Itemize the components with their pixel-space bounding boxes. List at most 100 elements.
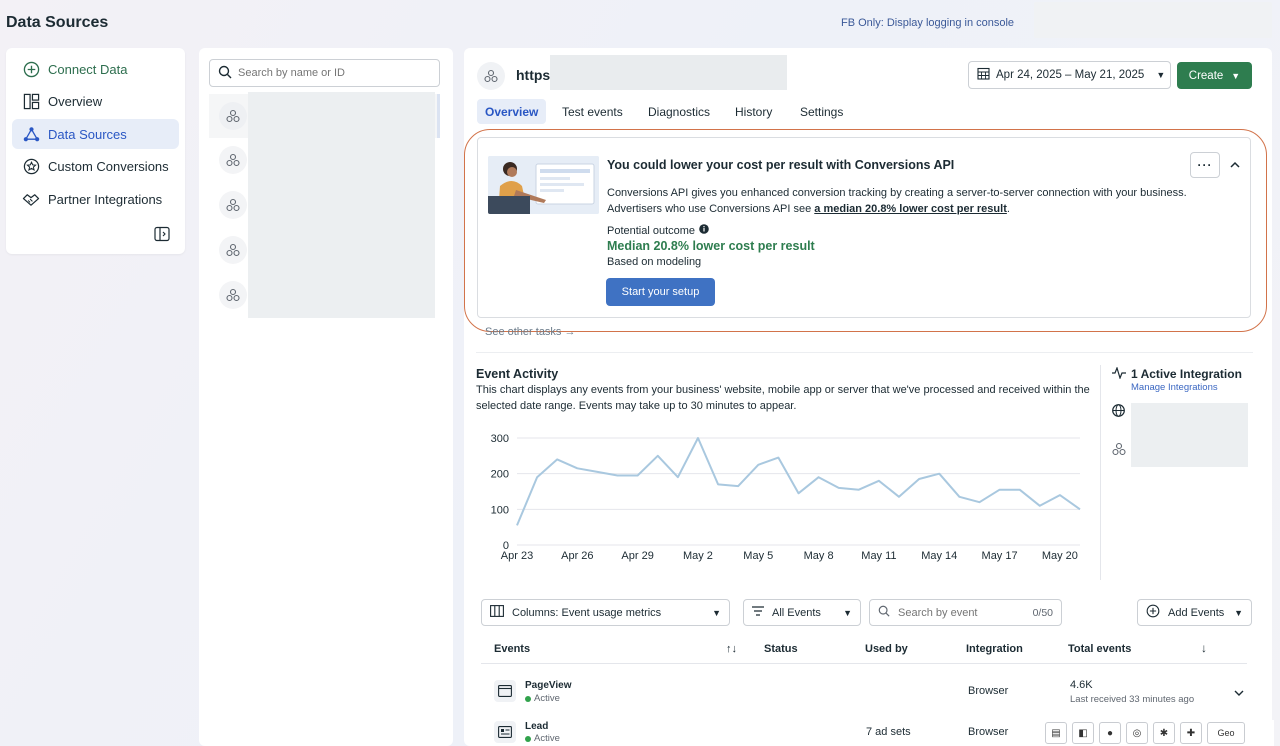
promo-body-end: . [1006, 203, 1010, 215]
nav-label: Connect Data [48, 61, 128, 77]
redacted-region [1034, 2, 1272, 38]
nav-label: Custom Conversions [48, 158, 169, 174]
event-name[interactable]: Lead [525, 721, 548, 732]
pixel-icon [477, 62, 505, 90]
geo-extension[interactable]: Geo [1207, 722, 1245, 744]
conversions-api-promo-card: You could lower your cost per result wit… [477, 137, 1251, 318]
promo-title: You could lower your cost per result wit… [607, 158, 955, 172]
geo-label: Geo [1217, 728, 1235, 738]
bug-icon[interactable]: ✱ [1153, 722, 1175, 744]
integration-cell: Browser [968, 685, 1009, 697]
add-events-label: Add Events [1168, 606, 1225, 619]
nav-data-sources[interactable]: Data Sources [12, 119, 179, 149]
x-tick-label: May 14 [921, 550, 957, 562]
date-range-label: Apr 24, 2025 – May 21, 2025 [996, 69, 1145, 81]
series-line [516, 437, 1081, 526]
search-icon [878, 605, 890, 620]
star-badge-icon [22, 157, 40, 175]
column-header-integration[interactable]: Integration [966, 643, 1023, 655]
extension-icon[interactable]: ▤ [1045, 722, 1067, 744]
caret-down-icon: ▼ [843, 607, 852, 618]
create-label: Create [1188, 69, 1224, 82]
source-search-box[interactable] [209, 59, 440, 87]
x-tick-label: May 2 [683, 550, 713, 562]
x-tick-label: May 8 [804, 550, 834, 562]
sort-icon[interactable]: ↑↓ [726, 643, 737, 655]
chevron-up-icon[interactable] [1228, 156, 1242, 172]
calendar-icon [977, 67, 990, 83]
potential-outcome-text: Potential outcome [607, 224, 696, 237]
x-tick-label: Apr 29 [621, 550, 653, 562]
total-events-cell: 4.6K [1070, 679, 1093, 691]
see-other-tasks-link[interactable]: See other tasks → [485, 326, 576, 338]
columns-label: Columns: Event usage metrics [512, 606, 662, 619]
browser-extensions-bar: ▤ ◧ ● ◎ ✱ ✚ Geo [1041, 720, 1274, 746]
nav-partner-integrations[interactable]: Partner Integrations [12, 184, 179, 214]
layout-icon [22, 92, 40, 110]
column-header-events[interactable]: Events [494, 643, 530, 655]
start-setup-button[interactable]: Start your setup [606, 278, 715, 306]
caret-down-icon: ▼ [712, 607, 721, 618]
x-tick-label: May 20 [1042, 550, 1078, 562]
nav-overview[interactable]: Overview [12, 86, 179, 116]
status-dot [525, 735, 531, 742]
tab-history[interactable]: History [727, 99, 780, 124]
column-header-total-events[interactable]: Total events [1068, 643, 1131, 655]
promo-description: Conversions API gives you enhanced conve… [607, 185, 1227, 217]
create-button[interactable]: Create ▼ [1177, 62, 1252, 89]
info-icon[interactable] [699, 224, 709, 237]
divider [476, 352, 1253, 353]
collapse-sidebar-icon[interactable] [154, 226, 170, 242]
sort-descending-icon[interactable]: ↓ [1201, 641, 1207, 655]
caret-down-icon: ▼ [1156, 70, 1166, 80]
extension-icon[interactable]: ● [1099, 722, 1121, 744]
date-range-picker[interactable]: Apr 24, 2025 – May 21, 2025 ▼ [968, 61, 1171, 89]
status-dot [525, 695, 531, 702]
nav-custom-conversions[interactable]: Custom Conversions [12, 151, 179, 181]
extension-icon[interactable]: ✚ [1180, 722, 1202, 744]
tab-settings[interactable]: Settings [792, 99, 851, 124]
promo-body-highlight: a median 20.8% lower cost per result [814, 203, 1007, 215]
nav-connect-data[interactable]: Connect Data [12, 54, 179, 84]
event-activity-chart: 0100200300Apr 23 Apr 26 Apr 29 May 2 May 5 Ma… [491, 433, 1081, 562]
caret-down-icon: ▼ [1234, 607, 1243, 618]
promo-illustration [488, 156, 599, 214]
tab-diagnostics[interactable]: Diagnostics [640, 99, 718, 124]
columns-dropdown[interactable]: Columns: Event usage metrics ▼ [481, 599, 730, 626]
status-label: Active [534, 693, 560, 704]
manage-integrations-link[interactable]: Manage Integrations [1131, 382, 1218, 393]
x-tick-label: May 11 [861, 550, 896, 562]
more-options-button[interactable]: ··· [1190, 152, 1220, 178]
event-filter-dropdown[interactable]: All Events ▼ [743, 599, 861, 626]
columns-icon [490, 605, 504, 620]
pixel-icon [219, 236, 247, 264]
filter-icon [752, 606, 764, 619]
nav-label: Partner Integrations [48, 191, 163, 207]
chevron-down-icon[interactable] [1234, 686, 1244, 700]
y-tick-label: 100 [491, 504, 509, 516]
potential-outcome-value: Median 20.8% lower cost per result [607, 239, 815, 253]
extension-icon[interactable]: ◧ [1072, 722, 1094, 744]
tab-overview[interactable]: Overview [477, 99, 547, 124]
add-events-button[interactable]: Add Events ▼ [1137, 599, 1252, 626]
data-source-list [199, 48, 453, 746]
redacted-region [1131, 403, 1248, 467]
column-header-used-by[interactable]: Used by [865, 643, 908, 655]
column-header-status[interactable]: Status [764, 643, 798, 655]
active-integrations-title: 1 Active Integration [1131, 367, 1242, 381]
nav-label: Data Sources [48, 126, 127, 142]
tab-test-events[interactable]: Test events [554, 99, 631, 124]
event-activity-title: Event Activity [476, 367, 559, 381]
last-received: Last received 33 minutes ago [1070, 694, 1195, 705]
event-search-input[interactable] [898, 606, 1018, 619]
pixel-icon [219, 146, 247, 174]
used-by-cell[interactable]: 7 ad sets [866, 726, 911, 738]
caret-down-icon: ▼ [1231, 70, 1241, 81]
event-name[interactable]: PageView [525, 680, 572, 691]
extension-icon[interactable]: ◎ [1126, 722, 1148, 744]
plus-circle-icon [22, 60, 40, 78]
source-search-input[interactable] [238, 67, 428, 79]
fb-only-logging-link[interactable]: FB Only: Display logging in console [841, 17, 1014, 29]
event-search-box[interactable]: 0/50 [869, 599, 1062, 626]
x-tick-label: Apr 23 [501, 550, 533, 562]
